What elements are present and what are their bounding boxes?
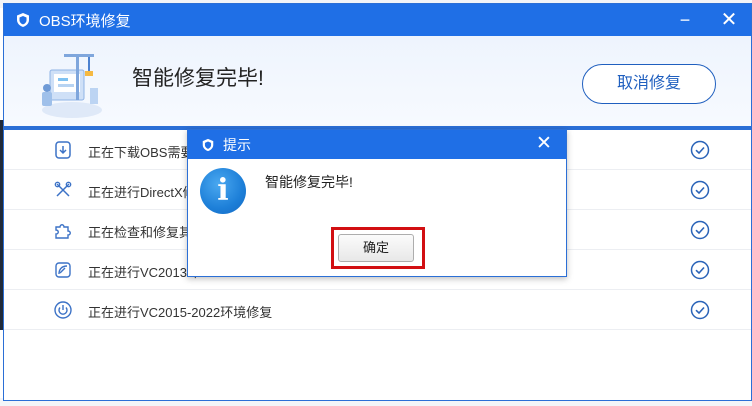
- cancel-repair-button[interactable]: 取消修复: [582, 64, 716, 104]
- info-icon: i: [200, 168, 246, 214]
- task-label: 正在进行VC2015-2022环境修复: [88, 305, 273, 320]
- repair-illustration-icon: [42, 54, 102, 118]
- check-icon: [690, 260, 710, 280]
- shield-logo-icon: [17, 13, 29, 27]
- minimize-button[interactable]: −: [674, 9, 696, 31]
- shield-logo-icon: [202, 138, 214, 151]
- header-banner: 智能修复完毕! 取消修复: [4, 36, 751, 130]
- notice-dialog: 提示 ✕ i 智能修复完毕! 确定: [187, 129, 567, 277]
- task-label: 正在进行VC2013环: [88, 265, 200, 280]
- close-button[interactable]: ✕: [718, 9, 740, 31]
- check-icon: [690, 220, 710, 240]
- download-icon: [55, 141, 71, 159]
- dialog-title-bar: 提示: [188, 130, 566, 159]
- dialog-message: 智能修复完毕!: [265, 174, 353, 190]
- tools-icon: [54, 181, 72, 197]
- title-bar: OBS环境修复 − ✕: [4, 4, 751, 36]
- ok-button[interactable]: 确定: [338, 234, 414, 262]
- check-icon: [690, 300, 710, 320]
- check-icon: [690, 140, 710, 160]
- dialog-title: 提示: [223, 136, 251, 153]
- dialog-close-button[interactable]: ✕: [534, 134, 554, 154]
- task-label: 正在进行DirectX修: [88, 185, 196, 200]
- task-row: 正在进行VC2015-2022环境修复: [4, 290, 751, 330]
- window-title: OBS环境修复: [39, 12, 131, 30]
- headline: 智能修复完毕!: [132, 67, 264, 90]
- gauge-icon: [55, 262, 71, 278]
- power-icon: [54, 301, 72, 319]
- puzzle-icon: [55, 224, 71, 239]
- check-icon: [690, 180, 710, 200]
